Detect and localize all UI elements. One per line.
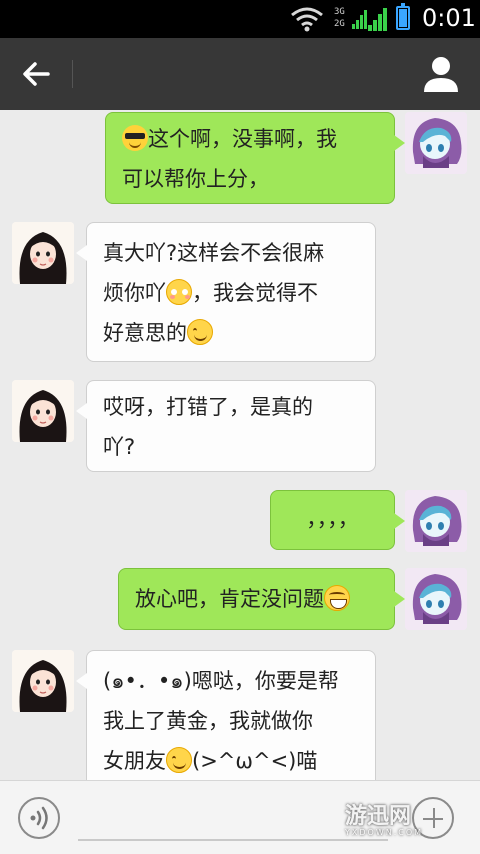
contact-avatar[interactable]: [12, 222, 74, 284]
wifi-icon: [291, 7, 323, 32]
shy-emoji-icon: [166, 279, 192, 305]
smile-emoji-icon: [166, 747, 192, 773]
battery-icon: [396, 3, 410, 30]
clock: 0:01: [422, 4, 476, 32]
voice-icon: [30, 806, 48, 830]
cool-emoji-icon: [122, 125, 148, 151]
message-bubble-incoming[interactable]: (๑•．•๑)嗯哒，你要是帮 我上了黄金，我就做你 女朋友 (>^ω^<)喵: [76, 650, 376, 780]
back-arrow-icon[interactable]: [18, 56, 54, 92]
message-bubble-incoming[interactable]: 哎呀，打错了，是真的 吖?: [76, 380, 376, 472]
chat-header: [0, 38, 480, 110]
grin-emoji-icon: [324, 585, 350, 611]
status-bar: 3G 2G 0:01: [0, 0, 480, 38]
smile-emoji-icon: [187, 319, 213, 345]
signal-strength-icon: [352, 10, 367, 29]
message-list[interactable]: 这个啊，没事啊，我 可以帮你上分， 真大吖?这样会不会很麻 烦你吖 ，我会觉得不 …: [0, 110, 480, 780]
header-divider: [72, 60, 73, 88]
message-input[interactable]: [78, 795, 388, 841]
contact-avatar[interactable]: [12, 380, 74, 442]
voice-input-button[interactable]: [18, 797, 60, 839]
my-avatar[interactable]: [405, 568, 467, 630]
message-bubble-outgoing[interactable]: 放心吧，肯定没问题: [118, 568, 405, 630]
my-avatar[interactable]: [405, 490, 467, 552]
message-bubble-outgoing[interactable]: ，，，，: [270, 490, 405, 550]
message-bubble-incoming[interactable]: 真大吖?这样会不会很麻 烦你吖 ，我会觉得不 好意思的: [76, 222, 376, 362]
contact-profile-icon[interactable]: [422, 54, 460, 94]
message-bubble-outgoing[interactable]: 这个啊，没事啊，我 可以帮你上分，: [105, 112, 405, 204]
my-avatar[interactable]: [405, 112, 467, 174]
watermark-logo: 游迅网 YXDOWN.COM: [345, 804, 424, 837]
network-type-label: 3G 2G: [334, 7, 345, 29]
contact-avatar[interactable]: [12, 650, 74, 712]
data-signal-icon: [368, 8, 387, 31]
